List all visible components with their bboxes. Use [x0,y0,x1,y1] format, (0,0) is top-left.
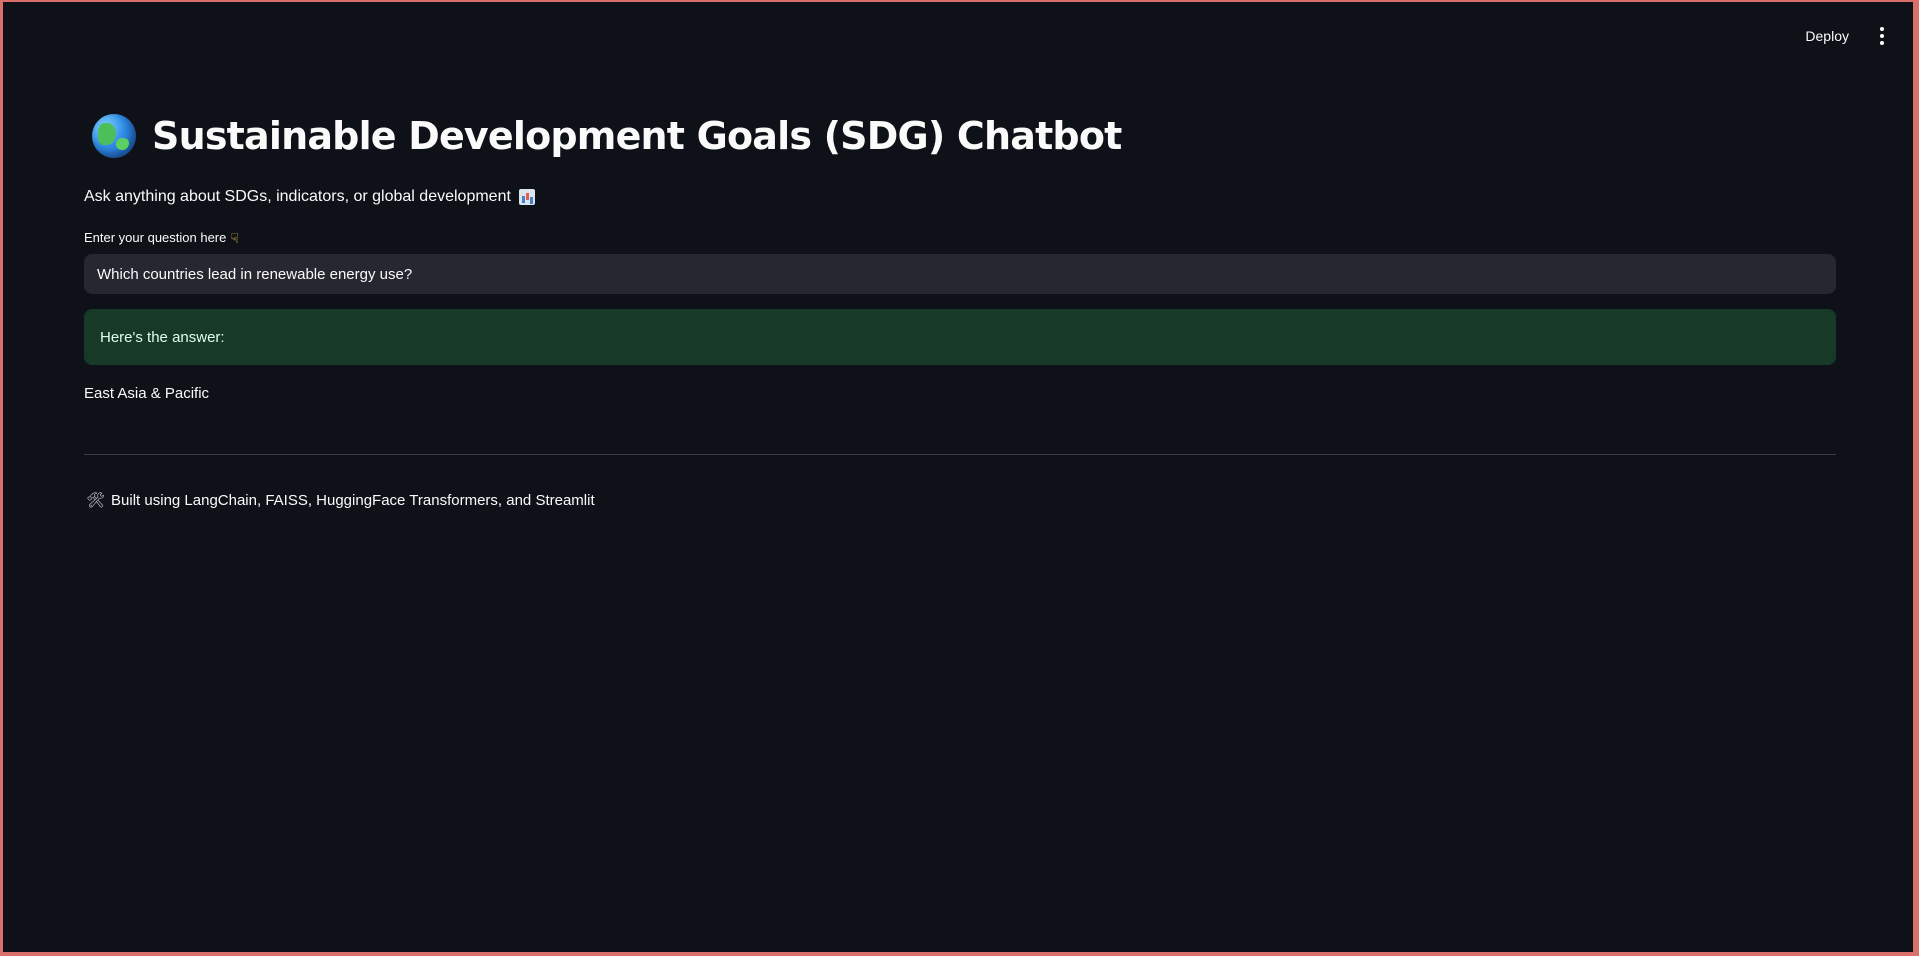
menu-dot [1880,27,1884,31]
footer: 🛠 Built using LangChain, FAISS, HuggingF… [86,492,595,509]
success-alert: Here's the answer: [84,309,1836,365]
subtitle-text: Ask anything about SDGs, indicators, or … [84,188,511,205]
globe-icon [92,114,136,158]
divider [84,454,1836,455]
point-down-icon: ☟ [230,229,239,246]
streamlit-app: Deploy Sustainable Development Goals (SD… [3,2,1913,952]
question-label-text: Enter your question here [84,230,227,245]
top-toolbar: Deploy [1803,24,1891,48]
more-vertical-icon[interactable] [1873,24,1891,48]
question-label: Enter your question here ☟ [84,230,239,245]
title-row: Sustainable Development Goals (SDG) Chat… [92,114,1122,158]
menu-dot [1880,41,1884,45]
footer-text: Built using LangChain, FAISS, HuggingFac… [111,492,595,509]
success-message: Here's the answer: [100,328,225,346]
bar-chart-icon [518,189,535,205]
menu-dot [1880,34,1884,38]
page-title: Sustainable Development Goals (SDG) Chat… [152,114,1122,158]
question-input[interactable] [84,254,1836,294]
tools-icon: 🛠 [86,492,106,509]
deploy-button[interactable]: Deploy [1803,24,1851,48]
subtitle: Ask anything about SDGs, indicators, or … [84,188,535,206]
answer-text: East Asia & Pacific [84,385,210,402]
